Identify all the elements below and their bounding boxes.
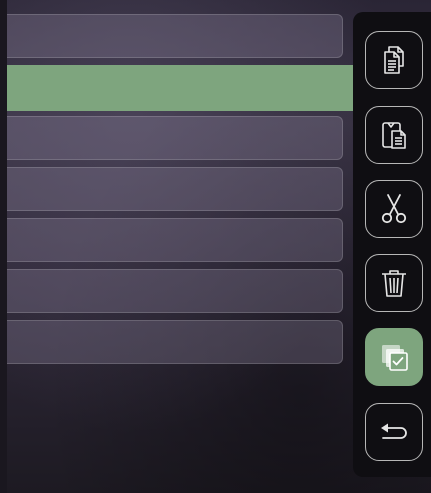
copy-button[interactable] xyxy=(365,31,423,89)
select-all-button[interactable] xyxy=(365,328,423,386)
list-item[interactable] xyxy=(7,167,343,211)
list-item[interactable] xyxy=(7,218,343,262)
back-button[interactable] xyxy=(365,403,423,461)
copy-icon xyxy=(384,46,404,74)
list-item[interactable] xyxy=(7,320,343,364)
list-item[interactable] xyxy=(7,269,343,313)
paste-button[interactable] xyxy=(365,106,423,164)
trash-icon xyxy=(382,270,406,297)
list-item-selected[interactable] xyxy=(7,65,353,111)
list-item[interactable] xyxy=(7,14,343,58)
cut-button[interactable] xyxy=(365,180,423,238)
select-all-icon xyxy=(382,345,408,371)
scissors-icon xyxy=(381,194,407,224)
list-item[interactable] xyxy=(7,116,343,160)
left-edge-bar xyxy=(0,0,7,493)
back-icon xyxy=(381,423,407,439)
paste-icon xyxy=(382,122,406,149)
delete-button[interactable] xyxy=(365,254,423,312)
action-dock xyxy=(353,12,431,477)
